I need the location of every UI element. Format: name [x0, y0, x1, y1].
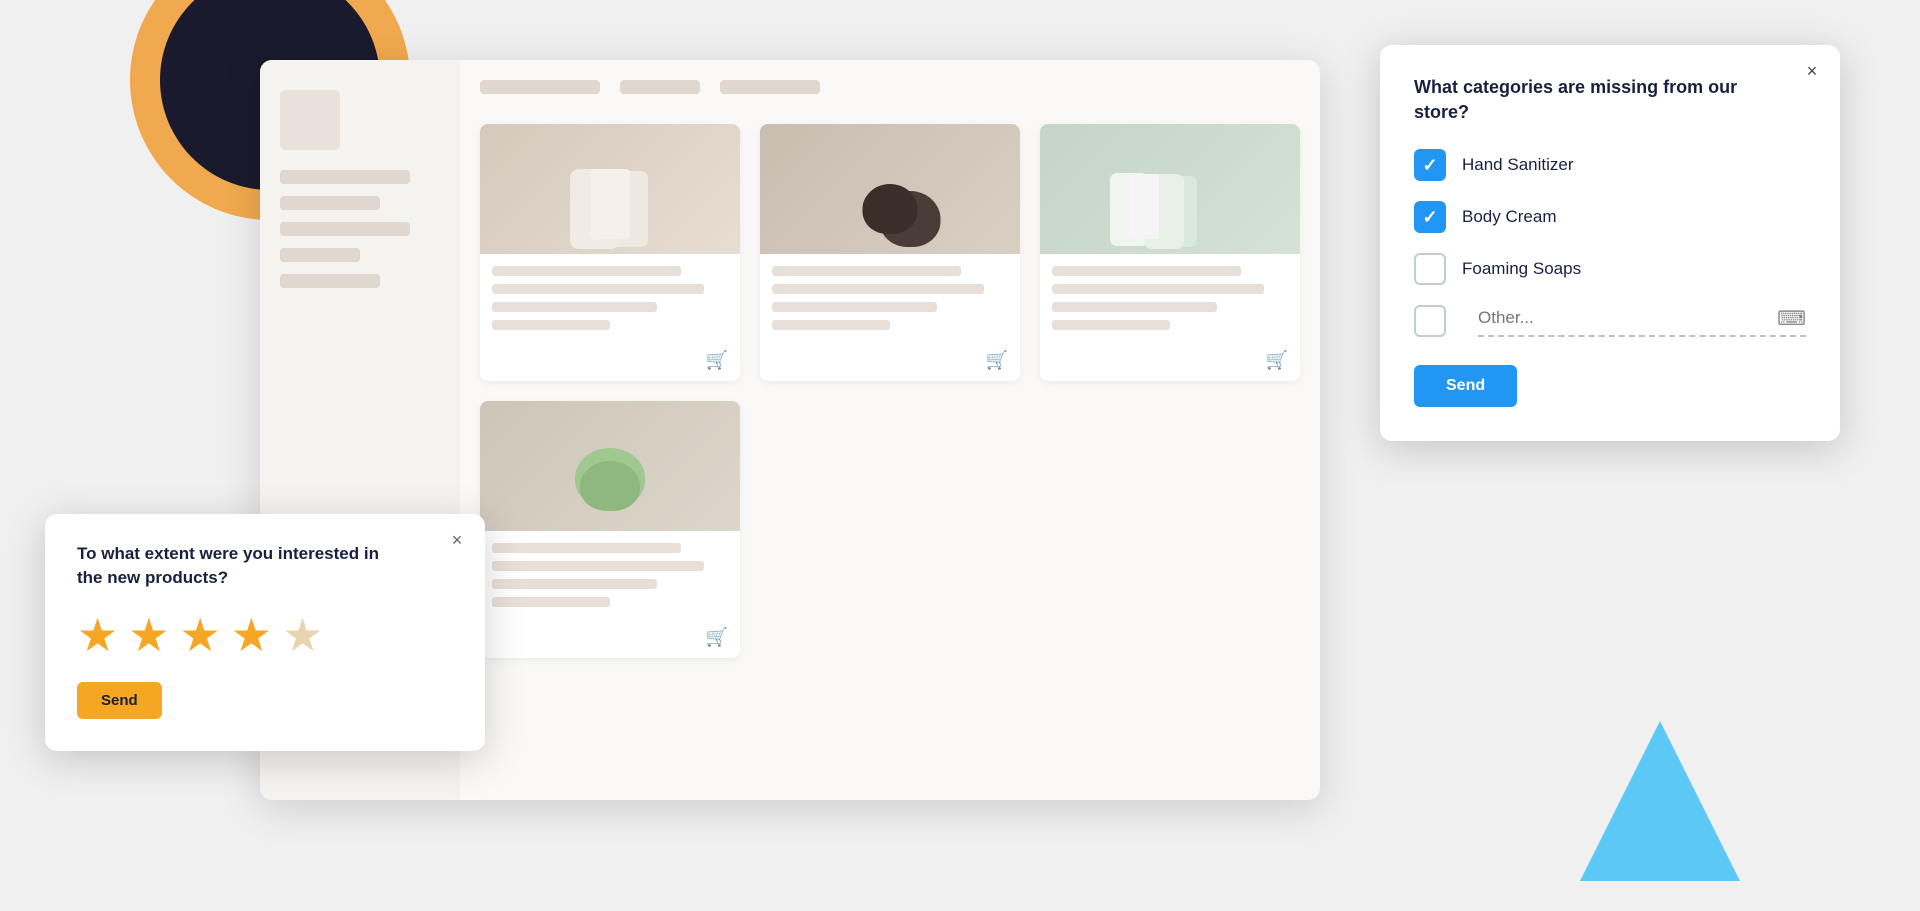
keyboard-icon: ⌨: [1777, 306, 1806, 331]
product-info-4: [480, 531, 740, 627]
rating-popup: × To what extent were you interested in …: [45, 514, 485, 751]
product-card-3[interactable]: 🛒: [1040, 124, 1300, 381]
checkbox-item-foaming-soaps: Foaming Soaps: [1414, 253, 1806, 285]
checkbox-item-hand-sanitizer: Hand Sanitizer: [1414, 149, 1806, 181]
star-3[interactable]: ★: [180, 612, 221, 658]
sidebar-line-2: [280, 196, 380, 210]
product-price-line-3: [1052, 320, 1170, 330]
product-desc-line-4: [492, 561, 704, 571]
survey-send-button[interactable]: Send: [1414, 365, 1517, 407]
product-name-line-3: [1052, 266, 1241, 276]
store-main: 🛒 🛒: [460, 60, 1320, 800]
checkbox-foaming-soaps[interactable]: [1414, 253, 1446, 285]
decorative-triangle: [1580, 721, 1740, 881]
product-card-4[interactable]: 🛒: [480, 401, 740, 658]
product-desc-line-1: [492, 284, 704, 294]
product-name-line-1: [492, 266, 681, 276]
topbar-pill-2: [620, 80, 700, 94]
checkbox-body-cream[interactable]: [1414, 201, 1446, 233]
topbar-pill-1: [480, 80, 600, 94]
other-input-wrapper: ⌨: [1478, 306, 1806, 337]
cart-icon-1[interactable]: 🛒: [706, 350, 728, 371]
star-1[interactable]: ★: [77, 612, 118, 658]
product-desc2-line-4: [492, 579, 657, 589]
product-price-line-1: [492, 320, 610, 330]
cart-icon-3[interactable]: 🛒: [1266, 350, 1288, 371]
cart-icon-wrapper-2[interactable]: 🛒: [760, 350, 1020, 381]
star-2[interactable]: ★: [128, 612, 169, 658]
rating-question: To what extent were you interested in th…: [77, 542, 397, 590]
survey-close-button[interactable]: ×: [1800, 59, 1824, 83]
other-input[interactable]: [1478, 308, 1769, 328]
sidebar-line-4: [280, 248, 360, 262]
product-image-2: [760, 124, 1020, 254]
sidebar-logo: [280, 90, 340, 150]
cart-icon-wrapper-1[interactable]: 🛒: [480, 350, 740, 381]
cart-icon-wrapper-3[interactable]: 🛒: [1040, 350, 1300, 381]
product-info-3: [1040, 254, 1300, 350]
stars-row: ★ ★ ★ ★ ★: [77, 612, 453, 658]
checkbox-other[interactable]: [1414, 305, 1446, 337]
product-name-line-2: [772, 266, 961, 276]
cart-icon-2[interactable]: 🛒: [986, 350, 1008, 371]
survey-popup: × What categories are missing from our s…: [1380, 45, 1840, 441]
star-4[interactable]: ★: [231, 612, 272, 658]
checkbox-list: Hand Sanitizer Body Cream Foaming Soaps …: [1414, 149, 1806, 337]
checkbox-label-foaming-soaps: Foaming Soaps: [1462, 259, 1581, 279]
sidebar-line-1: [280, 170, 410, 184]
checkbox-label-body-cream: Body Cream: [1462, 207, 1556, 227]
store-topbar: [480, 80, 1300, 94]
product-info-2: [760, 254, 1020, 350]
product-grid: 🛒 🛒: [480, 124, 1300, 658]
product-desc2-line-2: [772, 302, 937, 312]
sidebar-line-5: [280, 274, 380, 288]
product-name-line-4: [492, 543, 681, 553]
product-desc-line-3: [1052, 284, 1264, 294]
product-desc2-line-1: [492, 302, 657, 312]
survey-title: What categories are missing from our sto…: [1414, 75, 1764, 125]
cart-icon-wrapper-4[interactable]: 🛒: [480, 627, 740, 658]
star-5[interactable]: ★: [282, 612, 323, 658]
topbar-pill-3: [720, 80, 820, 94]
checkbox-label-hand-sanitizer: Hand Sanitizer: [1462, 155, 1574, 175]
product-card-2[interactable]: 🛒: [760, 124, 1020, 381]
product-price-line-4: [492, 597, 610, 607]
checkbox-item-body-cream: Body Cream: [1414, 201, 1806, 233]
product-image-1: [480, 124, 740, 254]
product-desc2-line-3: [1052, 302, 1217, 312]
sidebar-line-3: [280, 222, 410, 236]
cart-icon-4[interactable]: 🛒: [706, 627, 728, 648]
checkbox-hand-sanitizer[interactable]: [1414, 149, 1446, 181]
rating-send-button[interactable]: Send: [77, 682, 162, 719]
rating-close-button[interactable]: ×: [445, 528, 469, 552]
checkbox-item-other: ⌨: [1414, 305, 1806, 337]
product-desc-line-2: [772, 284, 984, 294]
product-info-1: [480, 254, 740, 350]
product-image-3: [1040, 124, 1300, 254]
product-image-4: [480, 401, 740, 531]
product-price-line-2: [772, 320, 890, 330]
product-card-1[interactable]: 🛒: [480, 124, 740, 381]
